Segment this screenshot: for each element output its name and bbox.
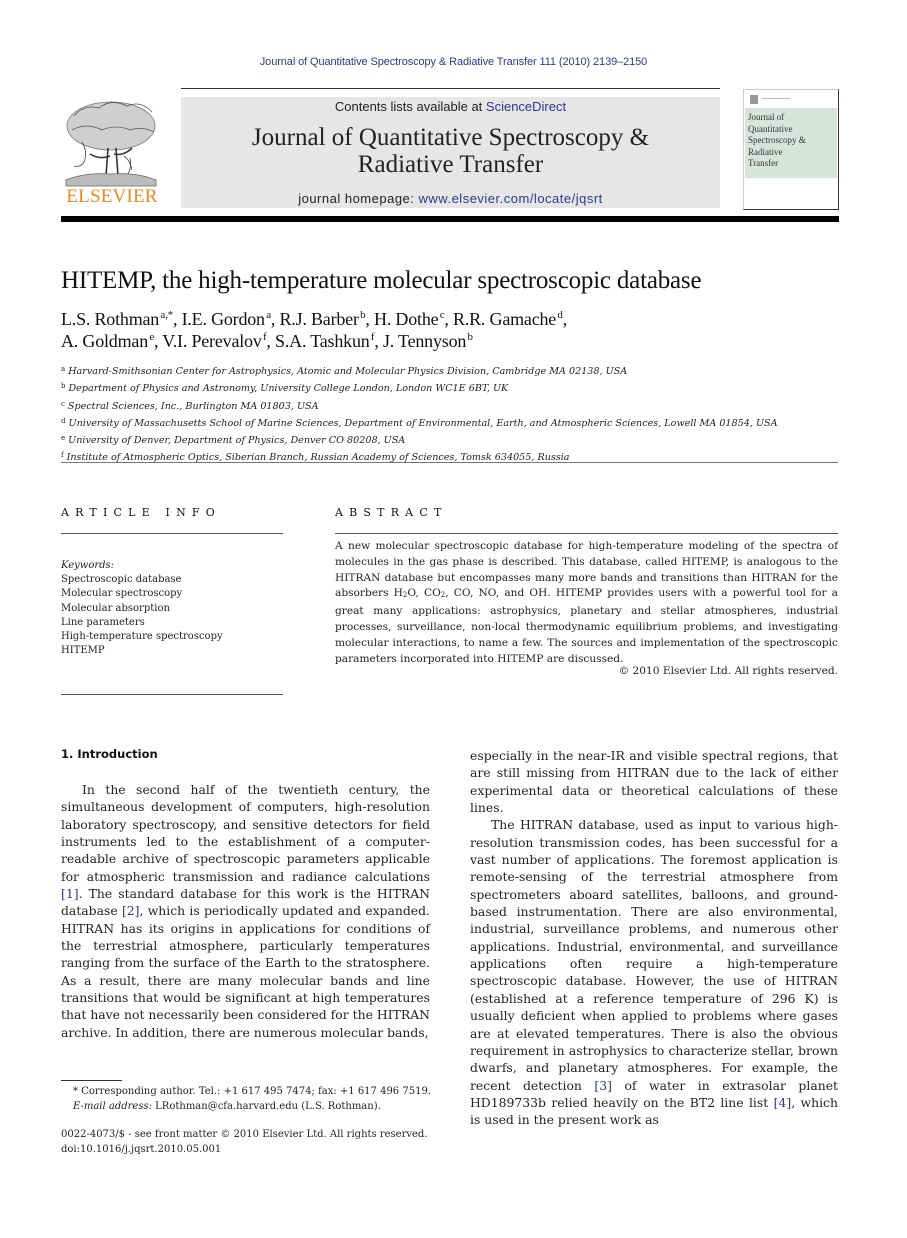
section-divider <box>61 462 838 463</box>
corresponding-author-contact: * Corresponding author. Tel.: +1 617 495… <box>73 1086 431 1097</box>
author[interactable]: R.R. Gamache d <box>453 309 563 329</box>
author[interactable]: L.S. Rothman a,* <box>61 309 173 329</box>
cover-logo-icon <box>750 95 758 104</box>
citation-link[interactable]: [3] <box>594 1078 612 1093</box>
author-affil-mark[interactable]: a,* <box>160 309 173 321</box>
cover-line: Spectroscopy & <box>748 135 806 145</box>
body-column-right: especially in the near-IR and visible sp… <box>470 747 838 1129</box>
affiliations-list: a Harvard-Smithsonian Center for Astrophy… <box>61 362 778 466</box>
abstract-text: A new molecular spectroscopic database f… <box>335 540 839 665</box>
paragraph: especially in the near-IR and visible sp… <box>470 748 838 816</box>
journal-banner: Contents lists available at ScienceDirec… <box>181 97 720 208</box>
author[interactable]: R.J. Barber b <box>279 309 365 329</box>
elsevier-logo[interactable]: ELSEVIER <box>60 96 164 211</box>
affiliation: e University of Denver, Department of Phy… <box>61 434 406 447</box>
contents-line: Contents lists available at ScienceDirec… <box>181 99 720 114</box>
front-matter: 0022-4073/$ - see front matter © 2010 El… <box>61 1127 428 1157</box>
keyword: Spectroscopic database <box>61 574 182 585</box>
issn-copyright: 0022-4073/$ - see front matter © 2010 El… <box>61 1129 428 1140</box>
citation-link[interactable]: [2] <box>122 903 140 918</box>
article-title: HITEMP, the high-temperature molecular s… <box>61 267 702 294</box>
keyword: Molecular absorption <box>61 602 170 614</box>
homepage-line: journal homepage: www.elsevier.com/locat… <box>181 191 720 206</box>
journal-title: Journal of Quantitative Spectroscopy & R… <box>181 124 720 178</box>
cover-line: Journal of <box>748 112 785 122</box>
author[interactable]: S.A. Tashkun f <box>275 331 375 351</box>
body-column-left: In the second half of the twentieth cent… <box>61 781 430 1041</box>
journal-homepage-link[interactable]: www.elsevier.com/locate/jqsrt <box>419 191 603 206</box>
elsevier-wordmark: ELSEVIER <box>66 186 158 207</box>
journal-title-line-1: Journal of Quantitative Spectroscopy & <box>251 124 650 151</box>
author[interactable]: I.E. Gordon a <box>182 309 271 329</box>
author[interactable]: J. Tennyson b <box>383 331 473 351</box>
abstract-rule <box>335 533 838 534</box>
masthead-thick-rule <box>61 216 839 222</box>
paragraph: In the second half of the twentieth cent… <box>61 782 430 1040</box>
citation-link[interactable]: [4] <box>774 1095 792 1110</box>
email-address[interactable]: LRothman@cfa.harvard.edu (L.S. Rothman). <box>152 1101 381 1112</box>
masthead-rule <box>181 88 720 89</box>
affiliation: b Department of Physics and Astronomy, Un… <box>61 382 509 395</box>
keyword: Molecular spectroscopy <box>61 588 183 600</box>
authors-line-1: L.S. Rothman a,*, I.E. Gordon a, R.J. Ba… <box>61 309 568 329</box>
corresponding-author-footnote: * Corresponding author. Tel.: +1 617 495… <box>61 1084 431 1114</box>
running-head[interactable]: Journal of Quantitative Spectroscopy & R… <box>0 56 907 68</box>
email-line: E-mail address: LRothman@cfa.harvard.edu… <box>61 1099 431 1114</box>
authors-line-2: A. Goldman e, V.I. Perevalov f, S.A. Tas… <box>61 331 473 351</box>
affiliation: a Harvard-Smithsonian Center for Astrophy… <box>61 365 628 377</box>
email-label: E-mail address: <box>73 1101 152 1112</box>
abstract-copyright: © 2010 Elsevier Ltd. All rights reserved… <box>618 665 838 677</box>
abstract-heading: ABSTRACT <box>335 506 448 519</box>
cover-title: Journal of Quantitative Spectroscopy & R… <box>748 112 806 170</box>
article-info-rule <box>61 533 283 534</box>
cover-header-line <box>762 98 790 99</box>
keyword: Line parameters <box>61 616 145 628</box>
journal-title-line-2: Radiative Transfer <box>357 151 544 178</box>
homepage-prefix: journal homepage: <box>298 191 419 206</box>
tree-of-knowledge-icon <box>65 101 157 187</box>
affiliation: d University of Massachusetts School of M… <box>61 416 778 429</box>
footnote-rule <box>61 1080 122 1081</box>
author[interactable]: A. Goldman e <box>61 331 154 351</box>
paragraph: The HITRAN database, used as input to va… <box>470 817 839 1128</box>
keywords-list: Spectroscopic database Molecular spectro… <box>61 573 223 659</box>
contents-prefix: Contents lists available at <box>334 99 486 114</box>
cover-line: Transfer <box>748 158 779 168</box>
keyword: High-temperature spectroscopy <box>61 631 223 643</box>
keywords-label: Keywords: <box>61 560 115 571</box>
article-info-heading: ARTICLE INFO <box>61 506 221 519</box>
author[interactable]: H. Dothe c <box>374 309 445 329</box>
cover-line: Quantitative <box>748 123 793 134</box>
affiliation: f Institute of Atmospheric Optics, Siberi… <box>61 451 570 464</box>
affiliation: c Spectral Sciences, Inc., Burlington MA … <box>61 399 319 412</box>
citation-link[interactable]: [1] <box>61 886 79 901</box>
section-heading-introduction: 1. Introduction <box>61 747 158 761</box>
article-info-rule-bottom <box>61 694 283 695</box>
author-affil-mark[interactable]: b <box>467 331 473 343</box>
doi[interactable]: doi:10.1016/j.jqsrt.2010.05.001 <box>61 1142 428 1157</box>
author[interactable]: V.I. Perevalov f <box>162 331 266 351</box>
journal-cover-thumbnail[interactable]: Journal of Quantitative Spectroscopy & R… <box>743 89 839 210</box>
keyword: HITEMP <box>61 645 105 657</box>
sciencedirect-link[interactable]: ScienceDirect <box>486 99 566 114</box>
cover-line: Radiative <box>748 146 783 157</box>
